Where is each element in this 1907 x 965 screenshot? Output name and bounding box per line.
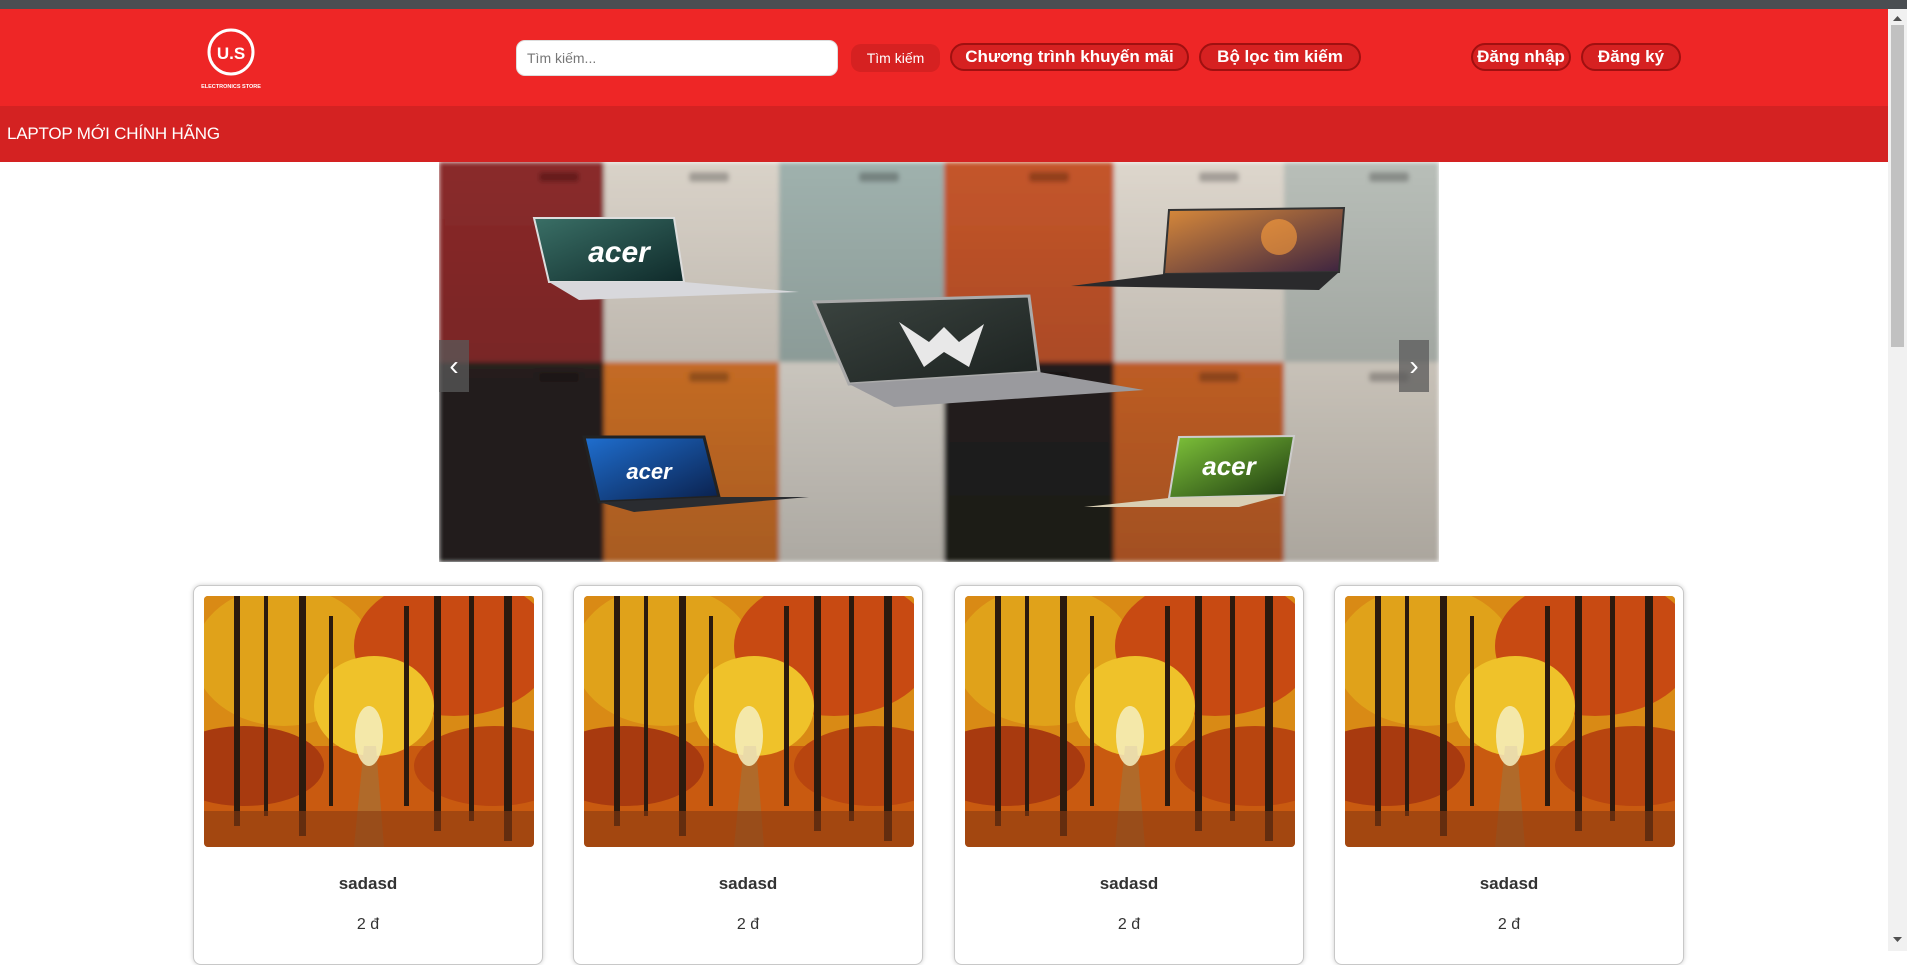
search-input[interactable] (516, 40, 838, 76)
product-name: sadasd (718, 874, 778, 893)
search-button[interactable]: Tìm kiếm (851, 44, 940, 72)
product-name: sadasd (1099, 874, 1159, 893)
category-title[interactable]: LAPTOP MỚI CHÍNH HÃNG (7, 124, 220, 144)
carousel-next-button[interactable]: › (1399, 340, 1429, 392)
product-price: 2 đ (1117, 916, 1141, 933)
svg-text:U.S: U.S (217, 44, 245, 63)
product-card[interactable]: sadasd 2 đ (954, 585, 1304, 965)
product-card[interactable]: sadasd 2 đ (193, 585, 543, 965)
autumn-forest-image (584, 596, 914, 847)
svg-text:acer: acer (588, 236, 652, 269)
product-name: sadasd (338, 874, 398, 893)
product-image[interactable] (584, 596, 914, 847)
carousel-prev-button[interactable]: ‹ (439, 340, 469, 392)
scrollbar-thumb[interactable] (1891, 25, 1904, 347)
banner-image: acer acer acer (439, 162, 1439, 562)
promotions-button[interactable]: Chương trình khuyến mãi (950, 43, 1189, 71)
product-price: 2 đ (356, 916, 380, 933)
svg-text:ELECTRONICS STORE: ELECTRONICS STORE (201, 84, 261, 90)
store-logo[interactable]: U.S ELECTRONICS STORE (196, 26, 266, 92)
product-price: 2 đ (736, 916, 760, 933)
product-card[interactable]: sadasd 2 đ (1334, 585, 1684, 965)
product-image[interactable] (204, 596, 534, 847)
page-scrollbar[interactable] (1888, 9, 1907, 951)
login-button[interactable]: Đăng nhập (1471, 43, 1571, 71)
product-image[interactable] (1345, 596, 1675, 847)
autumn-forest-image (204, 596, 534, 847)
product-card[interactable]: sadasd 2 đ (573, 585, 923, 965)
product-image[interactable] (965, 596, 1295, 847)
site-header: U.S ELECTRONICS STORE Tìm kiếm Chương tr… (0, 9, 1888, 106)
browser-top-strip (0, 0, 1907, 9)
category-bar: LAPTOP MỚI CHÍNH HÃNG (0, 106, 1888, 162)
register-button[interactable]: Đăng ký (1581, 43, 1681, 71)
product-price: 2 đ (1497, 916, 1521, 933)
product-name: sadasd (1479, 874, 1539, 893)
autumn-forest-image (965, 596, 1295, 847)
svg-text:acer: acer (1202, 451, 1257, 481)
scroll-up-arrow-icon[interactable] (1888, 13, 1907, 23)
scroll-down-arrow-icon[interactable] (1888, 935, 1907, 945)
autumn-forest-image (1345, 596, 1675, 847)
filter-button[interactable]: Bộ lọc tìm kiếm (1199, 43, 1361, 71)
banner-carousel: acer acer acer (439, 162, 1439, 562)
svg-text:acer: acer (626, 459, 673, 484)
